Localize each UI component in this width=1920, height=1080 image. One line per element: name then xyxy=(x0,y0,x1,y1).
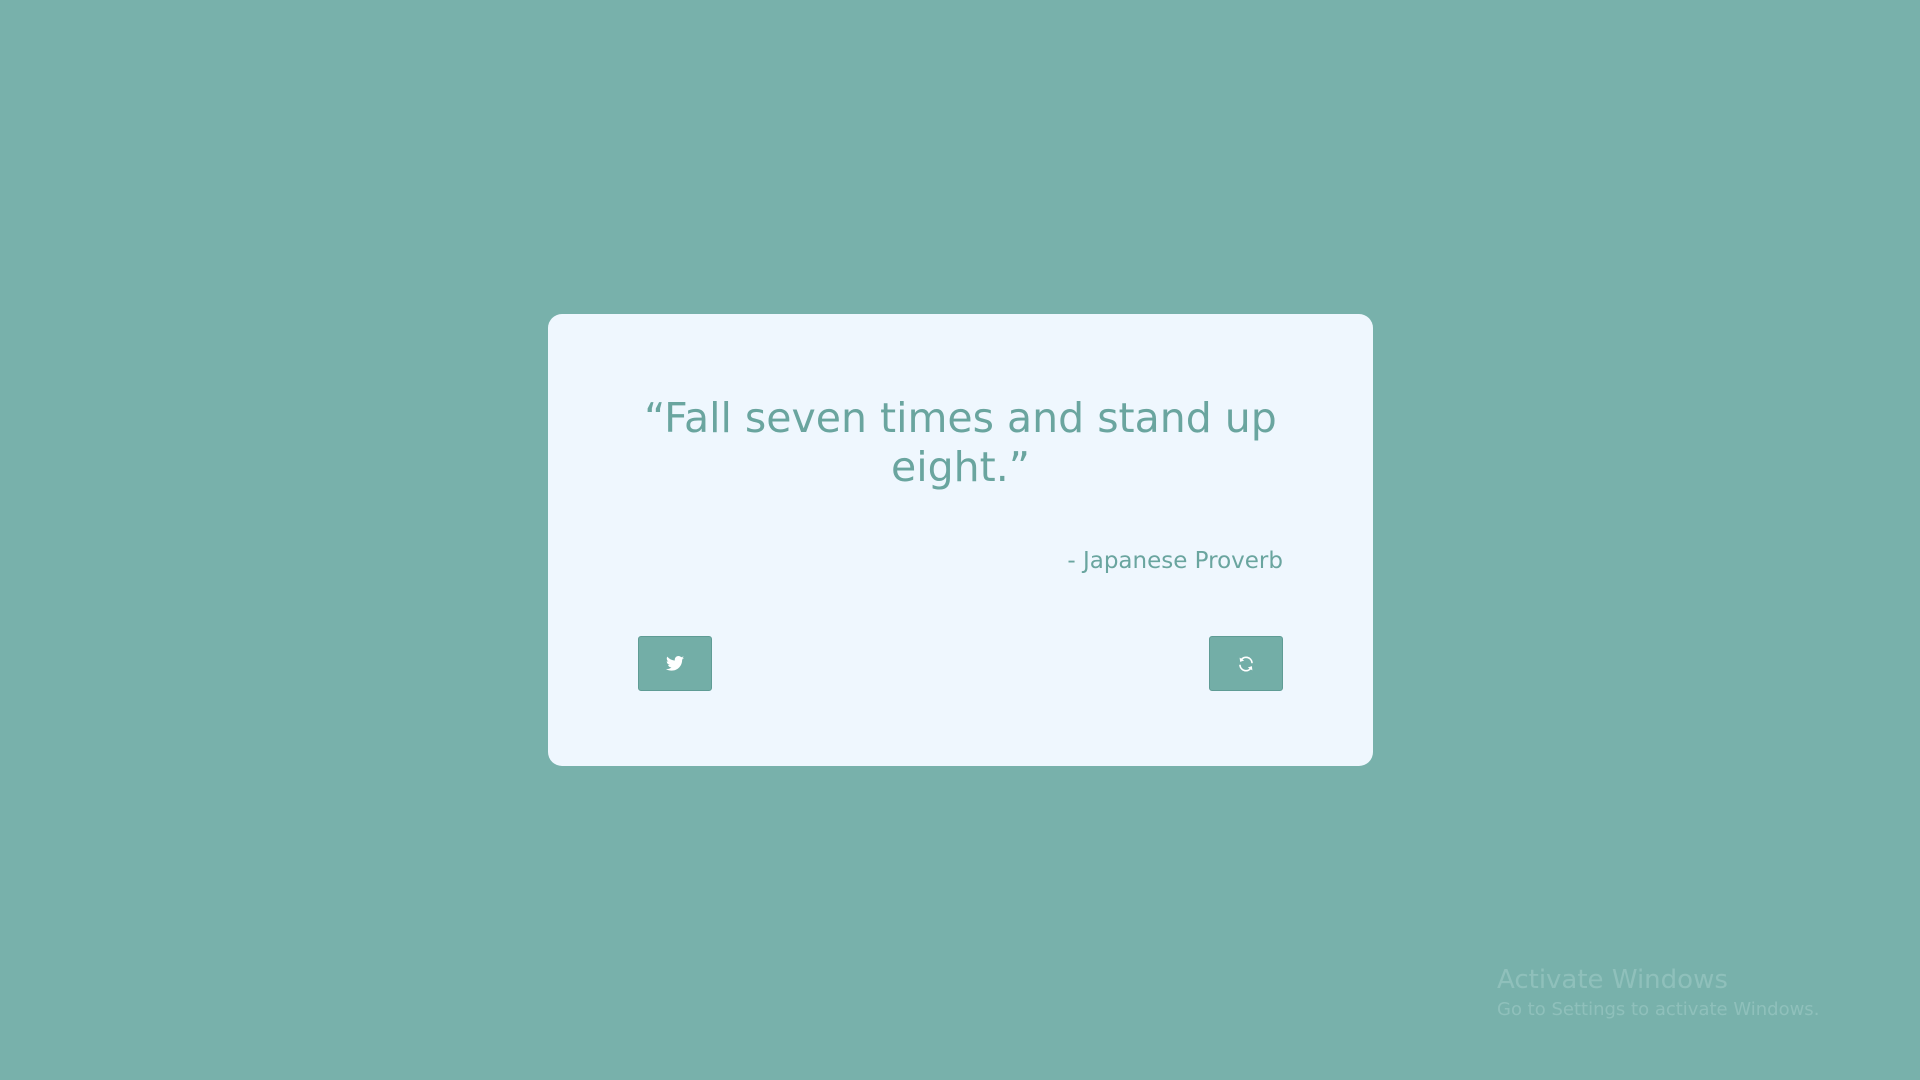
quote-text: “Fall seven times and stand up eight.” xyxy=(644,394,1277,491)
activate-windows-watermark: Activate Windows Go to Settings to activ… xyxy=(1497,963,1819,1022)
tweet-quote-button[interactable] xyxy=(638,636,712,691)
quote-author: - Japanese Proverb xyxy=(1067,548,1283,574)
new-quote-button[interactable] xyxy=(1209,636,1283,691)
twitter-icon xyxy=(666,656,684,671)
watermark-subtitle: Go to Settings to activate Windows. xyxy=(1497,999,1820,1020)
watermark-title: Activate Windows xyxy=(1497,965,1728,995)
refresh-icon xyxy=(1237,655,1255,673)
quote-card: “Fall seven times and stand up eight.” -… xyxy=(548,314,1373,766)
page-background: “Fall seven times and stand up eight.” -… xyxy=(0,0,1920,1080)
